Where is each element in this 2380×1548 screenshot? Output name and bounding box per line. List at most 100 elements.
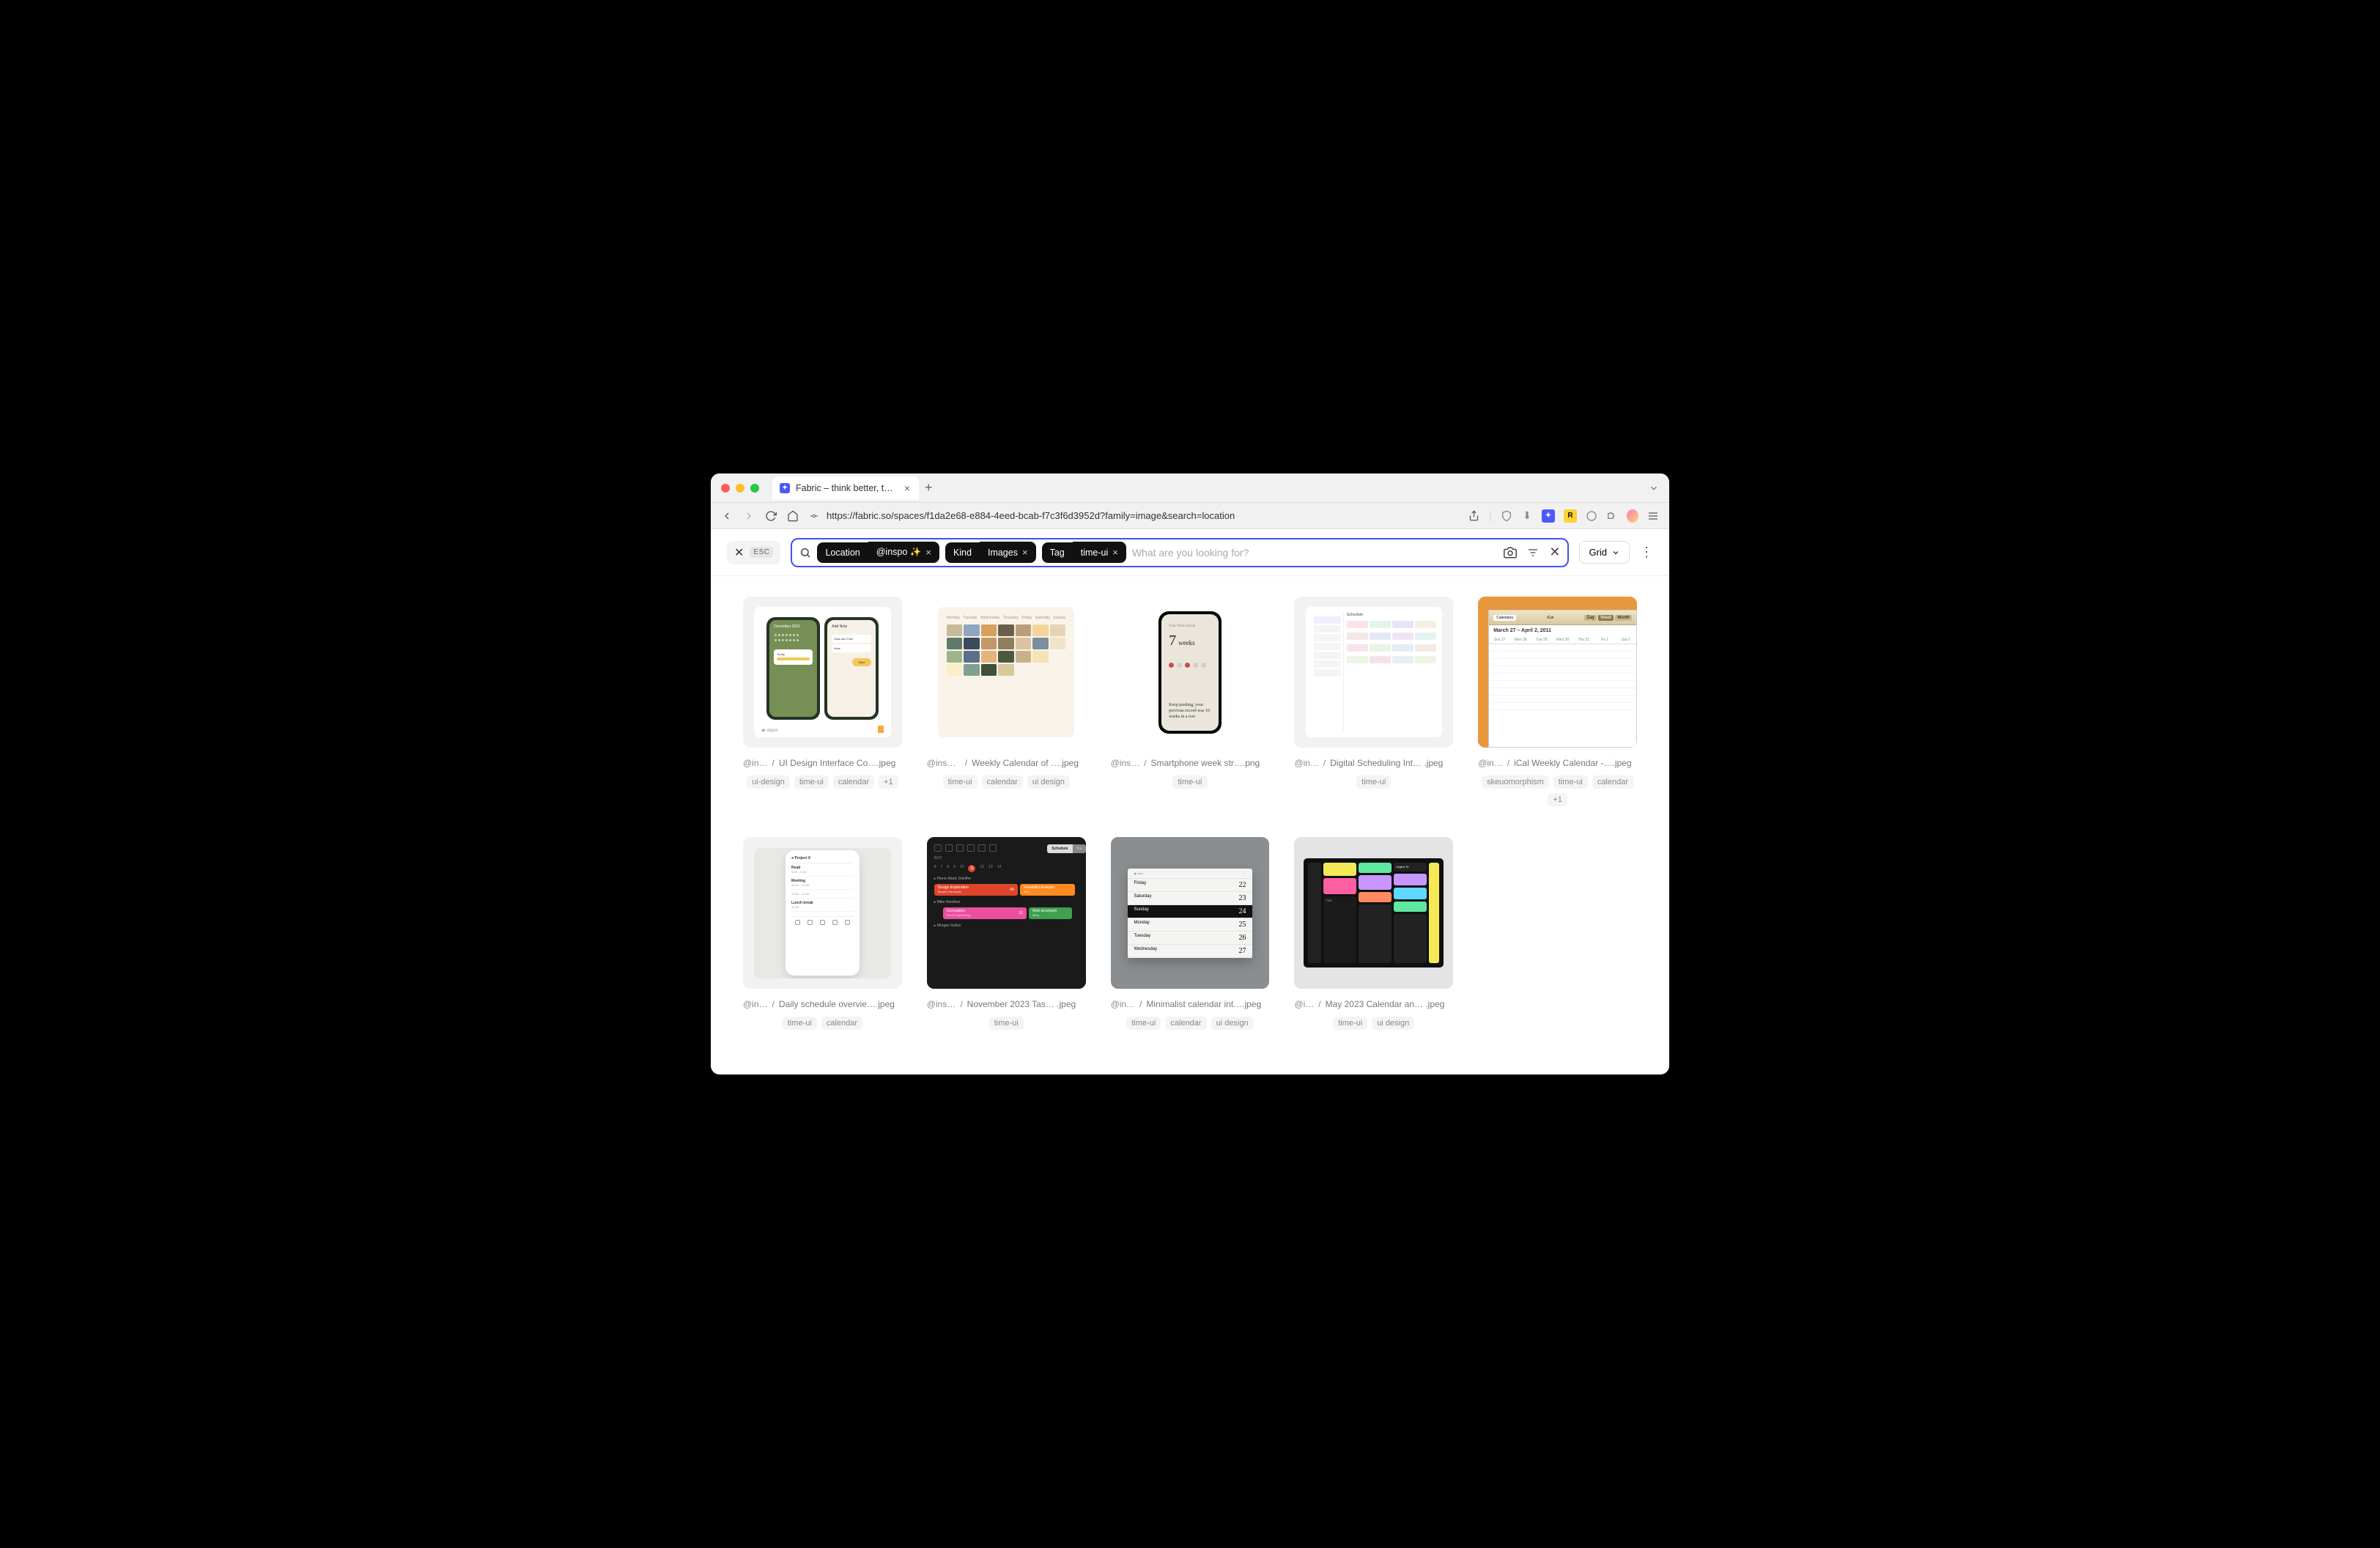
ext-icon-3[interactable]: [1586, 510, 1597, 522]
tag[interactable]: time-ui: [1333, 1017, 1367, 1030]
result-card[interactable]: ◉ New⋯ Friday22 Saturday23 Sunday24 Mond…: [1111, 837, 1270, 1029]
browser-tab[interactable]: ✦ Fabric – think better, togethe ×: [772, 476, 919, 500]
more-menu-icon[interactable]: ⋮: [1640, 545, 1653, 560]
close-search-button[interactable]: ✕ ESC: [727, 541, 780, 564]
chip-tag-value[interactable]: time-ui×: [1073, 542, 1126, 563]
thumbnail[interactable]: 73% Urgent To: [1294, 837, 1453, 988]
tag[interactable]: +1: [879, 775, 898, 789]
thumbnail[interactable]: CalendarsiCalDayWeekMonth March 27 – Apr…: [1478, 597, 1637, 748]
result-card[interactable]: CalendarsiCalDayWeekMonth March 27 – Apr…: [1478, 597, 1637, 806]
chip-tag-kind[interactable]: Tag: [1042, 542, 1073, 563]
tag[interactable]: ui design: [1027, 775, 1070, 789]
card-tags: time-ui: [1294, 775, 1453, 789]
result-card[interactable]: December 2023 Today Add Note Date and Ti…: [743, 597, 902, 806]
tag[interactable]: calendar: [982, 775, 1023, 789]
share-icon[interactable]: [1468, 510, 1480, 522]
search-icon: [799, 547, 811, 559]
tag[interactable]: time-ui: [783, 1017, 817, 1030]
card-meta: @in…/Daily schedule overvie….jpeg: [743, 999, 902, 1009]
site-settings-icon[interactable]: [809, 511, 819, 521]
result-card[interactable]: Your Week Streak 7weeks Keep pushing, yo…: [1111, 597, 1270, 806]
card-tags: time-ui calendar: [743, 1017, 902, 1030]
thumbnail[interactable]: ● Project X Read9:00 – 9:30 Meeting10:00…: [743, 837, 902, 988]
tab-close-icon[interactable]: ×: [903, 482, 912, 494]
thumbnail[interactable]: ◉ New⋯ Friday22 Saturday23 Sunday24 Mond…: [1111, 837, 1270, 988]
tag[interactable]: ui design: [1211, 1017, 1254, 1030]
chip-kind-value[interactable]: Images×: [980, 542, 1036, 563]
result-card[interactable]: 73% Urgent To: [1294, 837, 1453, 1029]
tag[interactable]: time-ui: [1356, 775, 1391, 789]
tag[interactable]: calendar: [821, 1017, 862, 1030]
camera-icon[interactable]: [1504, 546, 1517, 559]
ext-icon-2[interactable]: R: [1564, 509, 1577, 523]
browser-window: ✦ Fabric – think better, togethe × + htt…: [711, 473, 1669, 1075]
tag[interactable]: ui-design: [747, 775, 790, 789]
new-tab-button[interactable]: +: [925, 480, 933, 495]
favicon-icon: ✦: [780, 483, 790, 493]
card-tags: ui-design time-ui calendar +1: [743, 775, 902, 789]
chip-remove-icon[interactable]: ×: [925, 547, 931, 558]
result-card[interactable]: ● Project X Read9:00 – 9:30 Meeting10:00…: [743, 837, 902, 1029]
search-input[interactable]: [1132, 547, 1498, 559]
esc-badge: ESC: [750, 547, 773, 558]
profile-icon[interactable]: [1627, 510, 1638, 522]
card-tags: time-ui: [927, 1017, 1086, 1030]
window-minimize[interactable]: [736, 484, 744, 493]
card-meta: @ins…/Smartphone week str….png: [1111, 758, 1270, 768]
tag[interactable]: calendar: [1165, 1017, 1206, 1030]
back-button[interactable]: [721, 510, 733, 522]
tag[interactable]: time-ui: [1172, 775, 1207, 789]
chip-location-value[interactable]: @inspo ✨×: [868, 542, 939, 563]
window-maximize[interactable]: [750, 484, 759, 493]
card-meta: @ins…/November 2023 Tas… .jpeg: [927, 999, 1086, 1009]
card-meta: @in…/ UI Design Interface Co….jpeg: [743, 758, 902, 768]
card-tags: time-ui ui design: [1294, 1017, 1453, 1030]
tag[interactable]: time-ui: [989, 1017, 1024, 1030]
tag[interactable]: ui design: [1372, 1017, 1414, 1030]
window-close[interactable]: [721, 484, 730, 493]
tag[interactable]: skeuomorphism: [1482, 775, 1549, 789]
tag[interactable]: time-ui: [794, 775, 829, 789]
tabs-overflow-icon[interactable]: [1649, 483, 1659, 493]
chip-group-tag: Tag time-ui×: [1042, 542, 1126, 563]
card-meta: @in…/iCal Weekly Calendar -….jpeg: [1478, 758, 1637, 768]
tag[interactable]: time-ui: [943, 775, 978, 789]
clear-icon[interactable]: ✕: [1549, 545, 1560, 560]
thumbnail[interactable]: ScheduleTea NOV 67891011121314 ▸ Pierre-…: [927, 837, 1086, 988]
tag[interactable]: +1: [1548, 793, 1567, 806]
result-card[interactable]: MondayTuesdayWednesdayThursdayFridaySatu…: [927, 597, 1086, 806]
filter-icon[interactable]: [1527, 547, 1539, 559]
thumbnail[interactable]: December 2023 Today Add Note Date and Ti…: [743, 597, 902, 748]
card-tags: skeuomorphism time-ui calendar +1: [1478, 775, 1637, 806]
chip-kind-kind[interactable]: Kind: [945, 542, 980, 563]
ext-icon-1[interactable]: ✦: [1542, 509, 1555, 523]
toolbar-right: | ⬇ ✦ R: [1468, 509, 1659, 523]
shield-icon[interactable]: [1501, 510, 1512, 522]
download-icon[interactable]: ⬇: [1521, 510, 1533, 522]
forward-button[interactable]: [743, 510, 755, 522]
tab-title: Fabric – think better, togethe: [796, 483, 897, 493]
chip-location-kind[interactable]: Location: [817, 542, 868, 563]
traffic-lights: [721, 484, 759, 493]
home-button[interactable]: [787, 510, 799, 522]
tag[interactable]: calendar: [1592, 775, 1633, 789]
reload-button[interactable]: [765, 510, 777, 522]
address-bar[interactable]: https://fabric.so/spaces/f1da2e68-e884-4…: [809, 510, 1458, 521]
menu-icon[interactable]: [1647, 510, 1659, 522]
tag[interactable]: time-ui: [1126, 1017, 1161, 1030]
view-toggle[interactable]: Grid: [1579, 541, 1630, 564]
search-box[interactable]: Location @inspo ✨× Kind Images× Tag time…: [791, 538, 1569, 567]
tag[interactable]: time-ui: [1553, 775, 1588, 789]
thumbnail[interactable]: Your Week Streak 7weeks Keep pushing, yo…: [1111, 597, 1270, 748]
thumbnail[interactable]: Schedule: [1294, 597, 1453, 748]
puzzle-icon[interactable]: [1606, 510, 1618, 522]
card-tags: time-ui calendar ui design: [927, 775, 1086, 789]
chip-remove-icon[interactable]: ×: [1022, 547, 1028, 558]
close-icon: ✕: [734, 545, 744, 560]
chip-group-location: Location @inspo ✨×: [817, 542, 939, 563]
thumbnail[interactable]: MondayTuesdayWednesdayThursdayFridaySatu…: [927, 597, 1086, 748]
chip-remove-icon[interactable]: ×: [1112, 547, 1118, 558]
result-card[interactable]: ScheduleTea NOV 67891011121314 ▸ Pierre-…: [927, 837, 1086, 1029]
result-card[interactable]: Schedule @in…/Digital Scheduling I: [1294, 597, 1453, 806]
tag[interactable]: calendar: [833, 775, 874, 789]
